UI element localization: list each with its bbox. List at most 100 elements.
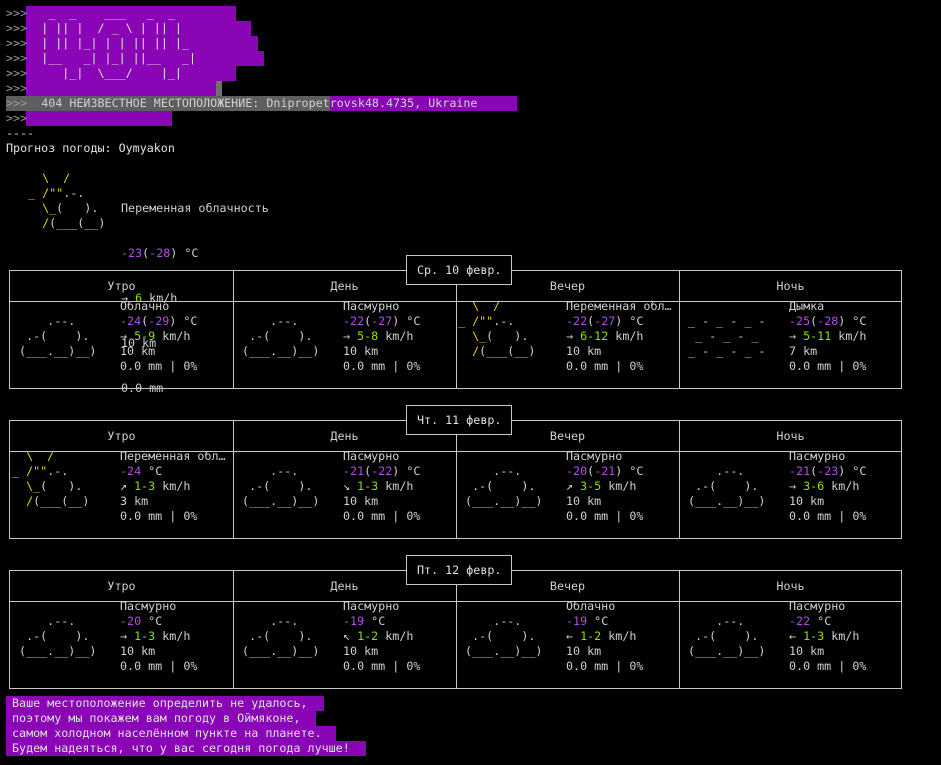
icon-art-line: (___.__)__) [681,494,773,508]
precipitation: 0.0 mm | 0% [789,359,867,373]
precipitation: 0.0 mm | 0% [566,509,644,523]
visibility: 10 km [789,494,825,508]
weather-art-icon: \ / _ /"".-. \_( ). /(___(__) [28,171,112,246]
feels-like-value: -28 [149,246,171,260]
cell-info: Пасмурно -22(-27) °C → 5-8 km/h 10 km 0.0 mm… [343,299,420,374]
cell-info: Пасмурно -21(-23) °C → 3-6 km/h 10 km 0.0 mm… [789,449,866,524]
cell-info: Пасмурно -20(-21) °C ↗ 3-5 km/h 10 km 0.0 mm… [566,449,643,524]
icon-art-line: .--. [681,614,773,628]
period-header: Утро [107,579,136,593]
prompt: >>> [6,96,28,110]
visibility: 10 km [343,344,379,358]
temp-value: -21 [789,464,811,478]
icon-art-line [458,359,542,374]
wind-direction-icon: → [789,479,797,493]
icon-art-line: .--. [681,464,773,478]
wind: ↖ 1-2 km/h [343,629,420,644]
day-forecast-table: Пт. 12 февр. Утро День Вечер Ночь .--. .-( )… [9,555,902,689]
wind: ← 1-2 km/h [566,629,643,644]
cell-info: Пасмурно -21(-22) °C ↘ 1-3 km/h 10 km 0.0 mm… [343,449,420,524]
temperature: -23(-28) °C [121,246,199,260]
wind-unit: km/h [824,479,860,493]
ascii-art: _ _ ___ _ _ [27,6,175,20]
temp-unit: °C [622,464,644,478]
icon-art-line: .-( ). [458,629,550,643]
wind-direction-icon: ↗ [120,479,128,493]
temp-unit: °C [845,314,867,328]
wind: ↘ 1-3 km/h [343,479,420,494]
precipitation: 0.0 mm | 0% [789,509,867,523]
feels-like-value: -28 [817,314,839,328]
temp-value: -24 [120,464,142,478]
cell-info: Дымка -25(-28) °C → 5-11 km/h 7 km 0.0 mm | … [789,299,866,374]
cloudy-icon: .--. .-( ). (___.__)__) [12,599,103,674]
icon-art-line: .--. [12,314,104,328]
icon-art-line: (___.__)__) [12,644,104,658]
banner-cursor [216,81,222,96]
prompt: >>> [6,111,28,125]
condition-text: Пасмурно [789,449,846,463]
partly-cloudy-icon: \ / _ /"".-. \_( ). /(___(__) [458,299,542,374]
feels-like-value: -27 [594,314,616,328]
icon-art-line [681,299,765,314]
ascii-art: | || |_| | | || || |_ [27,36,189,50]
ascii-art: |__ _| |_| ||__ _| [27,51,197,65]
temperature: -25(-28) °C [789,314,867,328]
cloudy-icon: .--. .-( ). (___.__)__) [12,299,103,374]
icon-art-line: .-( ). [235,479,327,493]
icon-art-line: _ - _ - _ [681,329,766,343]
wind-direction-icon: ↗ [566,479,574,493]
condition-text: Пасмурно [566,449,623,463]
icon-art-line: /(___(__) [12,494,97,508]
temperature: -20(-21) °C [566,464,644,478]
period-header: Вечер [549,579,586,593]
icon-art-line [12,599,103,614]
feels-like-value: -22 [371,464,393,478]
cloudy-icon: .--. .-( ). (___.__)__) [235,599,326,674]
terminal-window: >>> _ _ ___ _ _ >>> | || | / _ \ | || | … [0,0,941,765]
icon-art-line: _ - _ - _ - [681,344,766,358]
cloudy-icon: .--. .-( ). (___.__)__) [458,449,549,524]
condition-text: Пасмурно [343,449,400,463]
visibility: 10 km [343,494,379,508]
icon-art-line [12,659,103,674]
condition-text: Пасмурно [343,599,400,613]
icon-art-line: (___.__)__) [235,644,327,658]
wind-direction-icon: ← [566,629,574,643]
footer-message-line: Ваше местоположение определить не удалос… [12,696,308,710]
cell-info: Переменная обл… -22(-27) °C → 6-12 km/h 10 … [566,299,672,374]
wind-direction-icon: → [789,329,797,343]
ascii-art: | || | / _ \ | || | [27,21,182,35]
wind-speed: 1-3 [803,629,825,643]
precipitation: 0.0 mm | 0% [343,509,421,523]
icon-art-line: .--. [458,464,550,478]
banner-highlight [26,111,172,126]
wind-unit: km/h [155,479,191,493]
feels-like-value: -27 [371,314,393,328]
icon-art-line [235,359,326,374]
visibility: 10 km [789,644,825,658]
temperature: -22 °C [789,614,866,629]
wind-speed: 3-6 [803,479,825,493]
temperature: -22(-27) °C [566,314,644,328]
icon-art-line: .--. [235,314,327,328]
icon-art-line [28,231,112,246]
error-message: 404 НЕИЗВЕСТНОЕ МЕСТОПОЛОЖЕНИЕ: Dniprope… [27,96,478,110]
forecast-title: Прогноз погоды: Oymyakon [6,141,175,155]
period-header: День [330,279,359,293]
precipitation: 0.0 mm | 0% [120,509,198,523]
temp-value: -22 [566,314,588,328]
icon-art-line: (___.__)__) [458,494,550,508]
wind-unit: km/h [601,479,637,493]
error-line: >>> 404 НЕИЗВЕСТНОЕ МЕСТОПОЛОЖЕНИЕ: Dnip… [6,96,477,111]
visibility: 10 km [120,344,156,358]
temp-unit: °C [810,614,832,628]
ascii-art: |_| \___/ |_| [27,66,182,80]
condition-text: Пасмурно [343,299,400,313]
wind: → 5-11 km/h [789,329,866,344]
icon-art-line: .-( ). [12,629,104,643]
wind-unit: km/h [378,479,414,493]
icon-art-line: /(___(__) [28,216,113,230]
period-header: День [330,429,359,443]
wind-direction-icon: → [343,329,351,343]
